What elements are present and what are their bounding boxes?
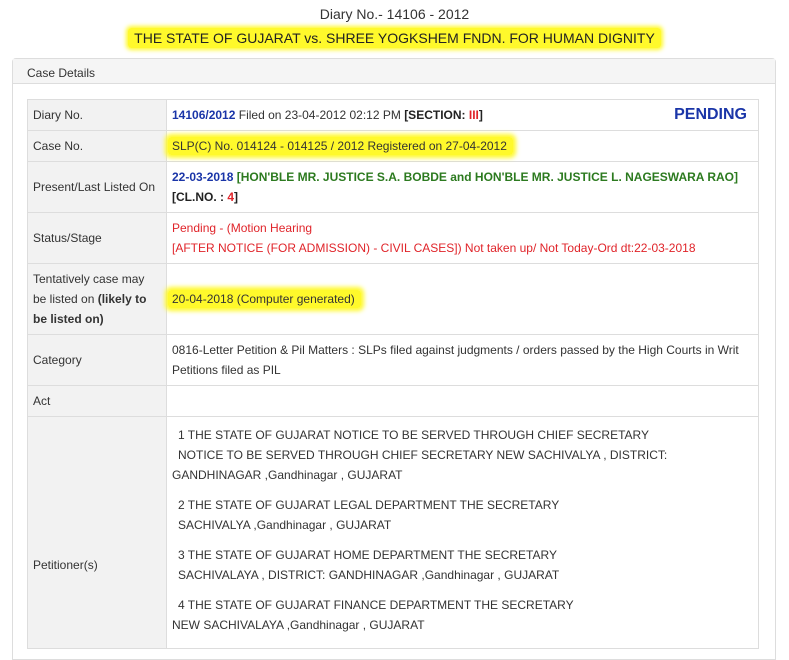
cl-value: 4 [227, 190, 235, 204]
petitioner-4-line-1: 4 THE STATE OF GUJARAT FINANCE DEPARTMEN… [178, 598, 574, 612]
value-act [166, 385, 759, 417]
case-no-text: SLP(C) No. 014124 - 014125 / 2012 Regist… [168, 137, 513, 155]
row-tentative-listing: Tentatively case may be listed on (likel… [27, 263, 759, 335]
panel-heading: Case Details [13, 59, 775, 84]
petitioner-item: 2 THE STATE OF GUJARAT LEGAL DEPARTMENT … [172, 493, 753, 543]
listed-date: 22-03-2018 [172, 170, 234, 184]
diary-filed: Filed on 23-04-2012 02:12 PM [235, 108, 405, 122]
tentative-date: 20-04-2018 (Computer generated) [168, 290, 361, 308]
petitioner-item: 3 THE STATE OF GUJARAT HOME DEPARTMENT T… [172, 543, 753, 593]
diary-title: Diary No.- 14106 - 2012 [319, 6, 470, 22]
case-title-text: THE STATE OF GUJARAT vs. SHREE YOGKSHEM … [128, 28, 661, 48]
value-tentative-listing: 20-04-2018 (Computer generated) [166, 263, 759, 335]
petitioner-2-line-1: 2 THE STATE OF GUJARAT LEGAL DEPARTMENT … [178, 498, 560, 512]
section-value: III [468, 108, 479, 122]
label-listed-on: Present/Last Listed On [27, 161, 167, 213]
label-category: Category [27, 334, 167, 386]
value-status-stage: Pending - (Motion Hearing [AFTER NOTICE (… [166, 212, 759, 264]
label-tentative-listing: Tentatively case may be listed on (likel… [27, 263, 167, 335]
petitioner-1-line-3: GANDHINAGAR ,Gandhinagar , GUJARAT [172, 468, 403, 482]
section-open: [SECTION: [404, 108, 469, 122]
value-diary-no: PENDING 14106/2012 Filed on 23-04-2012 0… [166, 99, 759, 131]
case-details-table: Diary No. PENDING 14106/2012 Filed on 23… [27, 99, 759, 649]
row-act: Act [27, 385, 759, 417]
value-case-no: SLP(C) No. 014124 - 014125 / 2012 Regist… [166, 130, 759, 162]
label-status-stage: Status/Stage [27, 212, 167, 264]
cl-open: [CL.NO. : [172, 190, 228, 204]
petitioner-item: 4 THE STATE OF GUJARAT FINANCE DEPARTMEN… [172, 593, 753, 643]
value-listed-on: 22-03-2018 [HON'BLE MR. JUSTICE S.A. BOB… [166, 161, 759, 213]
row-petitioners: Petitioner(s) 1 THE STATE OF GUJARAT NOT… [27, 416, 759, 649]
petitioner-4-line-2: NEW SACHIVALAYA ,Gandhinagar , GUJARAT [172, 618, 425, 632]
status-line-2: [AFTER NOTICE (FOR ADMISSION) - CIVIL CA… [172, 241, 696, 255]
label-case-no: Case No. [27, 130, 167, 162]
label-petitioners: Petitioner(s) [27, 416, 167, 649]
section-close: ] [478, 108, 483, 122]
diary-number: 14106/2012 [172, 108, 236, 122]
petitioner-3-line-1: 3 THE STATE OF GUJARAT HOME DEPARTMENT T… [178, 548, 557, 562]
listed-bench: [HON'BLE MR. JUSTICE S.A. BOBDE and HON'… [233, 170, 739, 184]
status-line-1: Pending - (Motion Hearing [172, 221, 313, 235]
row-diary-no: Diary No. PENDING 14106/2012 Filed on 23… [27, 99, 759, 131]
label-diary-no: Diary No. [27, 99, 167, 131]
cl-close: ] [234, 190, 239, 204]
petitioner-3-line-2: SACHIVALAYA , DISTRICT: GANDHINAGAR ,Gan… [178, 568, 560, 582]
petitioner-item: 1 THE STATE OF GUJARAT NOTICE TO BE SERV… [172, 423, 753, 493]
row-case-no: Case No. SLP(C) No. 014124 - 014125 / 20… [27, 130, 759, 162]
row-category: Category 0816-Letter Petition & Pil Matt… [27, 334, 759, 386]
value-petitioners: 1 THE STATE OF GUJARAT NOTICE TO BE SERV… [166, 416, 759, 649]
petitioner-2-line-2: SACHIVALYA ,Gandhinagar , GUJARAT [178, 518, 392, 532]
case-details-panel: Case Details Diary No. PENDING 14106/201… [12, 58, 776, 660]
label-act: Act [27, 385, 167, 417]
petitioner-1-line-1: 1 THE STATE OF GUJARAT NOTICE TO BE SERV… [178, 428, 649, 442]
row-status-stage: Status/Stage Pending - (Motion Hearing [A… [27, 212, 759, 264]
row-listed-on: Present/Last Listed On 22-03-2018 [HON'B… [27, 161, 759, 213]
status-badge: PENDING [674, 106, 747, 123]
petitioner-1-line-2: NOTICE TO BE SERVED THROUGH CHIEF SECRET… [178, 448, 668, 462]
value-category: 0816-Letter Petition & Pil Matters : SLP… [166, 334, 759, 386]
case-title: THE STATE OF GUJARAT vs. SHREE YOGKSHEM … [0, 28, 789, 48]
